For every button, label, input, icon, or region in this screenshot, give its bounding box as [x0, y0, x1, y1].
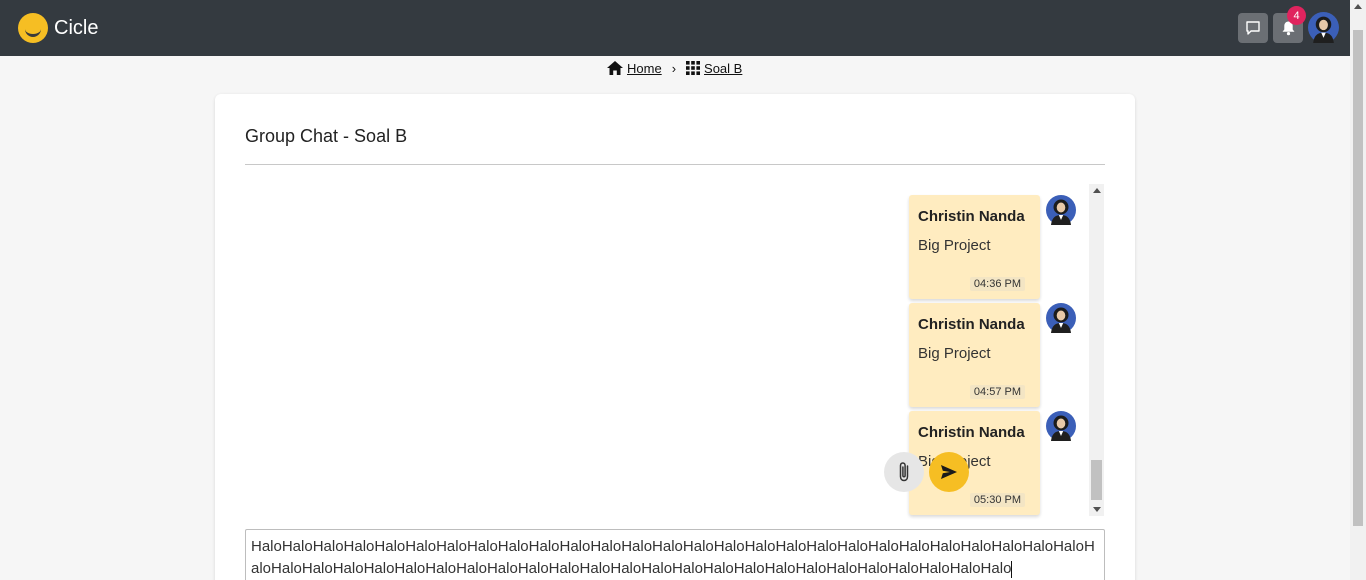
message-sender: Christin Nanda: [918, 424, 1025, 441]
breadcrumb-current-link[interactable]: Soal B: [704, 61, 742, 76]
message-text: Big Project: [918, 237, 991, 254]
chat-bubble-icon: [1246, 21, 1260, 35]
send-icon: [941, 465, 957, 479]
message-input[interactable]: HaloHaloHaloHaloHaloHaloHaloHaloHaloHalo…: [245, 529, 1105, 580]
divider: [245, 164, 1105, 165]
message-text: Big Project: [918, 345, 991, 362]
page-title: Group Chat - Soal B: [245, 126, 408, 146]
message-bubble: Christin Nanda Big Project 04:57 PM: [909, 303, 1040, 407]
message-sender: Christin Nanda: [918, 208, 1025, 225]
chat-message: Christin Nanda Big Project 04:57 PM: [909, 303, 1089, 407]
notification-count-badge: 4: [1287, 6, 1306, 25]
sender-avatar[interactable]: [1046, 303, 1076, 333]
chat-scroll-up-icon[interactable]: [1093, 188, 1101, 193]
home-icon: [607, 61, 623, 75]
chat-scrollbar-thumb[interactable]: [1091, 460, 1102, 500]
chat-scrollbar[interactable]: [1089, 184, 1104, 516]
breadcrumb-separator: ›: [671, 60, 677, 76]
text-caret: [1011, 560, 1013, 578]
page-scrollbar[interactable]: [1350, 0, 1366, 580]
user-avatar[interactable]: [1308, 12, 1339, 43]
sender-avatar[interactable]: [1046, 195, 1076, 225]
page-scrollbar-thumb[interactable]: [1353, 30, 1363, 526]
message-time: 04:57 PM: [969, 385, 1025, 399]
scroll-up-arrow-icon[interactable]: [1354, 4, 1362, 9]
breadcrumb: Home › Soal B: [607, 59, 742, 77]
breadcrumb-home-link[interactable]: Home: [627, 61, 662, 76]
message-bubble: Christin Nanda Big Project 05:30 PM: [909, 411, 1040, 515]
send-button[interactable]: [929, 452, 969, 492]
chat-message: Christin Nanda Big Project 04:36 PM: [909, 195, 1089, 299]
message-input-value: HaloHaloHaloHaloHaloHaloHaloHaloHaloHalo…: [251, 538, 1095, 577]
cicle-logo-icon[interactable]: [18, 13, 48, 43]
brand-name[interactable]: Cicle: [54, 17, 98, 40]
chat-scroll-down-icon[interactable]: [1093, 507, 1101, 512]
message-sender: Christin Nanda: [918, 316, 1025, 333]
message-time: 05:30 PM: [969, 493, 1025, 507]
sender-avatar[interactable]: [1046, 411, 1076, 441]
grid-icon: [686, 61, 701, 75]
attach-file-button[interactable]: [884, 452, 924, 492]
group-chat-card: Group Chat - Soal B Christin Nanda Big P…: [215, 94, 1135, 580]
paperclip-icon: [899, 462, 909, 482]
message-bubble: Christin Nanda Big Project 04:36 PM: [909, 195, 1040, 299]
top-navbar: Cicle 4: [0, 0, 1350, 56]
chat-button[interactable]: [1238, 13, 1268, 43]
message-time: 04:36 PM: [969, 277, 1025, 291]
